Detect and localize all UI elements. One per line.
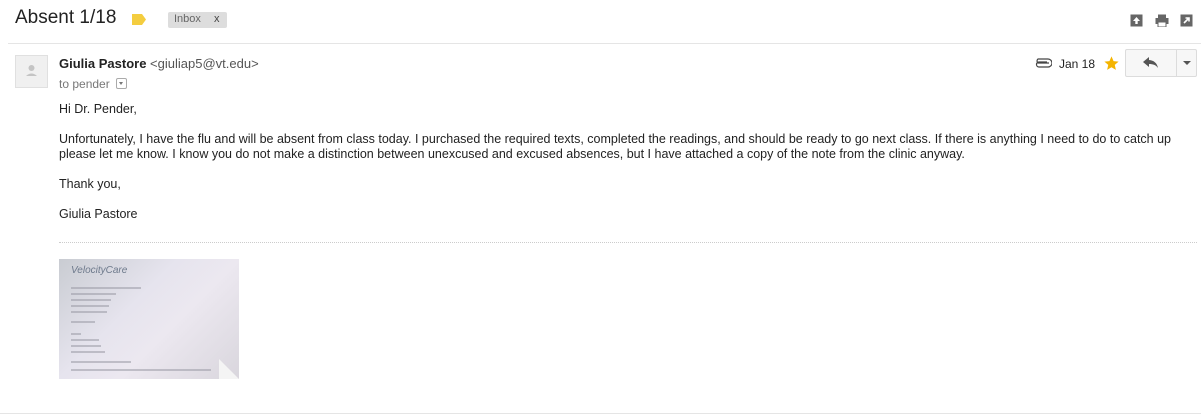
inbox-label-chip[interactable]: Inbox x [168,12,227,28]
remove-label-button[interactable]: x [214,13,220,25]
email-closing: Thank you, [59,177,121,191]
email-body-paragraph: Unfortunately, I have the flu and will b… [59,132,1172,161]
attachment-text-line [71,333,81,335]
recipient-line: to pender [59,77,128,91]
avatar[interactable] [15,55,48,88]
attachment-text-line [71,351,105,353]
email-subject: Absent 1/18 [15,7,117,28]
message-date: Jan 18 [1059,57,1096,71]
sender-email: <giuliap5@vt.edu> [150,56,259,71]
header-divider [8,43,1201,44]
sender-name[interactable]: Giulia Pastore [59,56,146,71]
attachment-thumbnail[interactable]: VelocityCare [59,259,239,379]
label-tag-icon[interactable] [132,14,146,25]
attachment-text-line [71,287,141,289]
email-signature: Giulia Pastore [59,207,138,221]
reply-icon [1143,57,1158,68]
inbox-label-text: Inbox [174,13,201,25]
default-avatar-icon [26,65,37,76]
subject-bar: Absent 1/18 Inbox x [0,0,1201,42]
attachment-text-line [71,369,211,371]
attachment-text-line [71,293,116,295]
attachment-text-line [71,311,107,313]
attachment-text-line [71,321,95,323]
email-greeting: Hi Dr. Pender, [59,102,137,116]
reply-button[interactable] [1126,50,1176,76]
paperclip-icon [1035,58,1052,68]
print-icon[interactable] [1155,14,1169,27]
message-bottom-divider [0,413,1201,414]
attachment-text-line [71,361,131,363]
attachment-divider [59,242,1197,243]
attachment-text-line [71,299,111,301]
show-details-dropdown-icon[interactable] [116,78,128,90]
attachment-text-line [71,339,99,341]
page-fold [219,359,239,379]
more-actions-button[interactable] [1177,50,1196,76]
recipient-text: to pender [59,77,110,91]
star-icon[interactable] [1103,55,1120,72]
reply-button-group [1125,49,1197,77]
attachment-logo-text: VelocityCare [71,265,128,276]
sender-line: Giulia Pastore <giuliap5@vt.edu> [59,56,259,71]
attachment-text-line [71,345,101,347]
attachment-text-line [71,305,109,307]
archive-icon[interactable] [1130,14,1143,27]
new-window-icon[interactable] [1180,14,1193,27]
